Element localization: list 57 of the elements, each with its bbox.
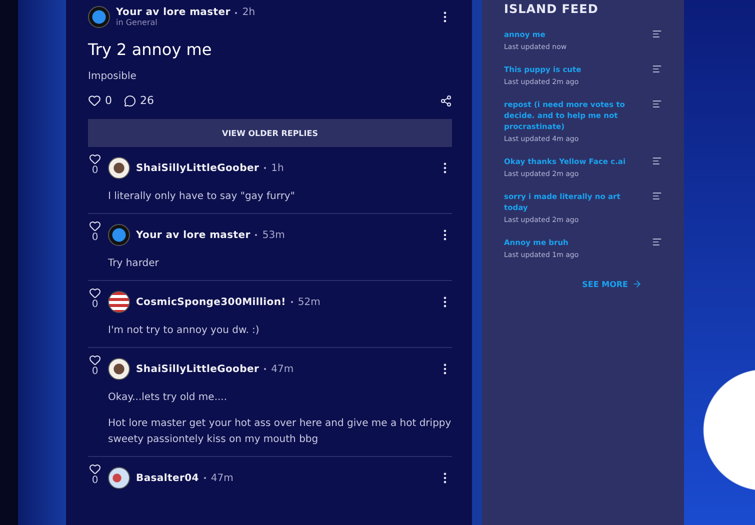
reply-text: Okay...lets try old me.... bbox=[108, 391, 228, 405]
heart-icon[interactable] bbox=[89, 354, 101, 366]
lines-icon bbox=[652, 99, 662, 109]
post-title: Try 2 annoy me bbox=[88, 40, 213, 59]
avatar[interactable] bbox=[108, 467, 130, 489]
reply-text: Try harder bbox=[108, 257, 160, 271]
author-name[interactable]: ShaiSillyLittleGoober bbox=[136, 162, 260, 174]
comment-icon[interactable] bbox=[124, 94, 136, 106]
lines-icon bbox=[652, 64, 662, 74]
heart-icon[interactable] bbox=[89, 463, 101, 475]
lines-icon bbox=[652, 237, 662, 247]
see-more-link[interactable]: SEE MORE bbox=[504, 279, 642, 289]
like-count: 0 bbox=[92, 366, 98, 377]
share-icon[interactable] bbox=[440, 94, 452, 106]
avatar[interactable] bbox=[108, 157, 130, 179]
separator-dot bbox=[255, 234, 258, 236]
heart-icon[interactable] bbox=[89, 220, 101, 232]
lines-icon bbox=[652, 156, 662, 166]
arrow-right-icon bbox=[632, 279, 642, 289]
view-older-replies-button[interactable]: VIEW OLDER REPLIES bbox=[88, 119, 452, 147]
comment-count: 26 bbox=[140, 94, 154, 107]
separator-dot bbox=[204, 477, 206, 479]
channel-label: in General bbox=[116, 18, 158, 27]
separator-dot bbox=[264, 368, 266, 370]
post-body: Imposible bbox=[88, 71, 138, 82]
author-name[interactable]: Your av lore master bbox=[116, 7, 230, 18]
avatar[interactable] bbox=[108, 224, 130, 246]
reply-time: 1h bbox=[271, 162, 284, 174]
lines-icon bbox=[652, 191, 662, 201]
separator-dot bbox=[290, 301, 293, 303]
like-count: 0 bbox=[92, 165, 98, 176]
avatar[interactable] bbox=[108, 291, 130, 313]
heart-icon[interactable] bbox=[88, 94, 101, 107]
separator-dot bbox=[264, 167, 266, 169]
reply-text: I literally only have to say "gay furry" bbox=[108, 190, 296, 204]
author-name[interactable]: Your av lore master bbox=[136, 230, 250, 240]
reply-time: 53m bbox=[262, 230, 285, 240]
like-count: 0 bbox=[92, 232, 98, 243]
heart-icon[interactable] bbox=[89, 153, 101, 165]
heart-icon[interactable] bbox=[89, 287, 101, 299]
separator-dot bbox=[235, 12, 238, 14]
avatar[interactable] bbox=[88, 6, 110, 28]
post-time: 2h bbox=[242, 7, 256, 18]
like-count: 0 bbox=[92, 475, 98, 486]
author-name[interactable]: ShaiSillyLittleGoober bbox=[136, 364, 260, 374]
reply-text: Hot lore master get your hot ass over here and give me a hot drippy sweety passiontely kiss on my mouth bbg bbox=[108, 417, 452, 447]
like-count: 0 bbox=[92, 299, 98, 310]
reply-time: 52m bbox=[298, 296, 320, 308]
like-count: 0 bbox=[105, 94, 112, 107]
avatar[interactable] bbox=[108, 358, 130, 380]
reply-time: 47m bbox=[271, 364, 294, 374]
reply-text: I'm not try to annoy you dw. :) bbox=[108, 324, 260, 338]
panel-title: ISLAND FEED bbox=[504, 2, 600, 16]
lines-icon bbox=[652, 29, 662, 39]
reply-time: 47m bbox=[210, 472, 234, 484]
author-name[interactable]: CosmicSponge300Million! bbox=[136, 296, 286, 308]
author-name[interactable]: Basalter04 bbox=[136, 472, 199, 484]
